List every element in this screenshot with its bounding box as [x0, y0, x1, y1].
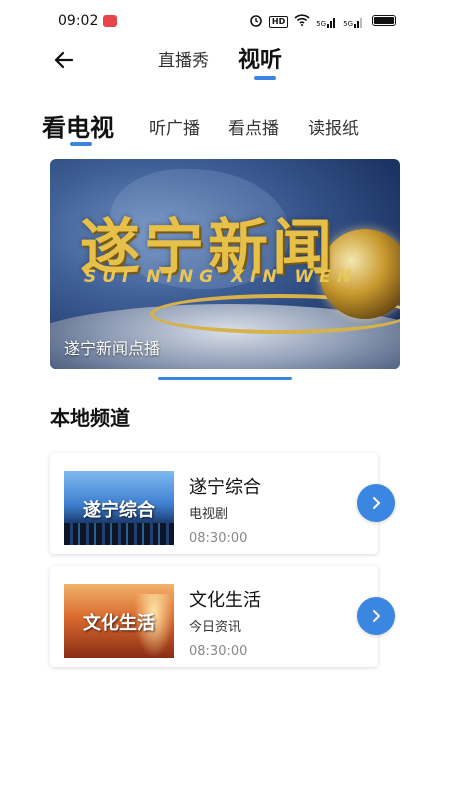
channel-play-button[interactable]	[357, 484, 395, 522]
channel-time: 08:30:00	[189, 644, 248, 659]
status-icons: HD 5G 5G	[249, 13, 364, 31]
channel-card[interactable]: 遂宁综合 遂宁综合 电视剧 08:30:00	[50, 453, 378, 554]
signal-label: 5G	[316, 20, 327, 28]
category-tab-newspaper[interactable]: 读报纸	[308, 114, 359, 139]
section-title: 本地频道	[50, 406, 130, 430]
signal-icon-2: 5G	[343, 16, 364, 28]
channel-thumbnail: 文化生活	[64, 584, 174, 658]
app-notification-icon	[103, 15, 117, 27]
category-tab-radio[interactable]: 听广播	[149, 114, 200, 139]
signal-label-2: 5G	[343, 20, 353, 28]
back-button[interactable]	[50, 46, 78, 74]
arrow-left-icon	[54, 51, 74, 69]
channel-card[interactable]: 文化生活 文化生活 今日资讯 08:30:00	[50, 566, 378, 667]
channel-name: 遂宁综合	[189, 477, 261, 498]
channel-program: 电视剧	[189, 507, 229, 522]
thumbnail-text: 遂宁综合	[83, 500, 155, 521]
channel-thumbnail: 遂宁综合	[64, 471, 174, 545]
tab-audio-visual[interactable]: 视听	[238, 42, 282, 74]
signal-icon: 5G	[316, 16, 337, 28]
channel-time: 08:30:00	[189, 531, 248, 546]
chevron-right-icon	[373, 610, 380, 622]
banner-caption: 遂宁新闻点播	[64, 339, 161, 358]
channel-name: 文化生活	[189, 590, 261, 611]
status-bar: 09:02 HD 5G 5G	[0, 0, 450, 40]
banner-carousel[interactable]: 遂宁新闻 SUI NING XIN WEN 遂宁新闻点播	[50, 159, 400, 369]
hd-icon: HD	[268, 16, 289, 28]
wifi-icon	[294, 14, 310, 30]
channel-program: 今日资讯	[189, 620, 242, 635]
chevron-right-icon	[373, 497, 380, 509]
category-tab-on-demand[interactable]: 看点播	[228, 114, 279, 139]
alarm-icon	[249, 13, 263, 31]
category-active-indicator	[70, 142, 92, 146]
category-tab-watch-tv[interactable]: 看电视	[42, 108, 114, 143]
status-time: 09:02	[58, 13, 99, 29]
tab-active-indicator	[254, 76, 276, 80]
carousel-indicator	[158, 377, 292, 380]
thumbnail-text: 文化生活	[83, 613, 155, 634]
battery-icon	[372, 15, 396, 26]
channel-play-button[interactable]	[357, 597, 395, 635]
tab-live-show[interactable]: 直播秀	[158, 46, 209, 71]
banner-subtitle: SUI NING XIN WEN	[84, 267, 358, 287]
